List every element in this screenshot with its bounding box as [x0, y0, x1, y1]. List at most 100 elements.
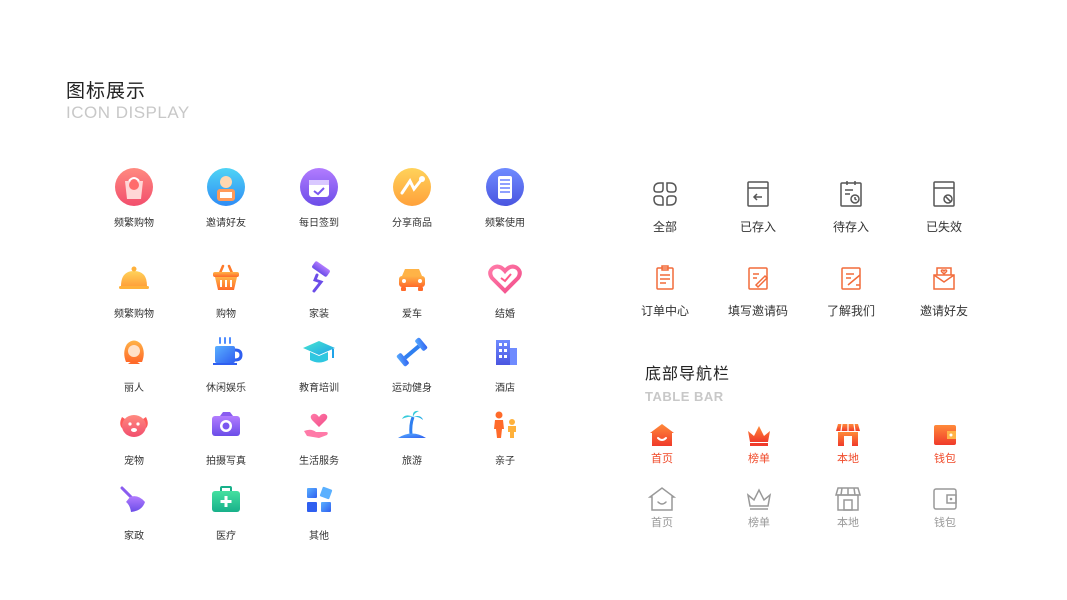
- beauty-woman-icon: [124, 340, 144, 364]
- order-item-label: 订单中心: [640, 304, 689, 318]
- store-icon: [835, 487, 861, 511]
- all-clover-icon: [653, 182, 677, 206]
- icon-item-parent-child[interactable]: 亲子: [455, 405, 555, 467]
- expired-doc-icon: [933, 181, 955, 207]
- invite-friend-avatar-icon: [207, 168, 245, 206]
- order-item-all[interactable]: 全部: [618, 179, 712, 235]
- icon-item-frequent-shopping-2[interactable]: 频繁购物: [84, 258, 184, 320]
- heart-icon: [488, 264, 522, 294]
- about-us-icon: [841, 267, 861, 290]
- order-item-order-center[interactable]: 订单中心: [618, 263, 712, 319]
- icon-item-travel[interactable]: 旅游: [362, 405, 462, 467]
- icon-item-label: 结婚: [495, 309, 515, 320]
- icon-item-share-product[interactable]: 分享商品: [362, 167, 462, 229]
- icon-item-daily-checkin[interactable]: 每日签到: [269, 167, 369, 229]
- icon-item-housekeeping[interactable]: 家政: [84, 480, 184, 542]
- icon-item-label: 酒店: [495, 383, 515, 394]
- icon-item-photography[interactable]: 拍摄写真: [176, 405, 276, 467]
- tab-label: 钱包: [934, 452, 956, 465]
- tab-wallet-active[interactable]: 钱包: [915, 422, 975, 466]
- tab-label: 榜单: [748, 452, 770, 465]
- icon-item-label: 教育培训: [299, 383, 339, 394]
- tab-label: 首页: [651, 452, 673, 465]
- tab-ranking-inactive[interactable]: 榜单: [729, 486, 789, 530]
- broom-icon: [120, 486, 145, 512]
- order-item-label: 全部: [652, 220, 677, 234]
- icon-item-life-service[interactable]: 生活服务: [269, 405, 369, 467]
- icon-item-fitness[interactable]: 运动健身: [362, 332, 462, 394]
- icon-item-wedding[interactable]: 结婚: [455, 258, 555, 320]
- icon-item-label: 亲子: [495, 456, 515, 467]
- icon-item-beauty[interactable]: 丽人: [84, 332, 184, 394]
- icon-item-label: 邀请好友: [206, 218, 246, 229]
- icon-item-label: 生活服务: [299, 456, 339, 467]
- order-item-fill-code[interactable]: 填写邀请码: [711, 263, 805, 319]
- icon-item-home-decor[interactable]: 家装: [269, 258, 369, 320]
- icon-item-label: 宠物: [124, 456, 144, 467]
- order-item-expired[interactable]: 已失效: [897, 179, 991, 235]
- tab-local-active[interactable]: 本地: [818, 422, 878, 466]
- icon-item-shopping[interactable]: 购物: [176, 258, 276, 320]
- tab-label: 首页: [651, 516, 673, 529]
- icon-item-label: 分享商品: [392, 218, 432, 229]
- coffee-cup-icon: [213, 337, 243, 365]
- icon-item-label: 频繁使用: [485, 218, 525, 229]
- icon-item-label: 旅游: [402, 456, 422, 467]
- tab-home-active[interactable]: 首页: [632, 422, 692, 466]
- hotel-building-icon: [496, 340, 517, 365]
- tab-ranking-active[interactable]: 榜单: [729, 422, 789, 466]
- wallet-icon: [934, 425, 956, 445]
- icon-item-other[interactable]: 其他: [269, 480, 369, 542]
- parent-child-icon: [494, 411, 516, 438]
- icon-item-label: 购物: [216, 309, 236, 320]
- icon-item-label: 丽人: [124, 383, 144, 394]
- icon-item-label: 拍摄写真: [206, 456, 246, 467]
- icon-item-label: 休闲娱乐: [206, 383, 246, 394]
- dumbbell-icon: [396, 337, 428, 367]
- shopping-basket-icon: [213, 264, 239, 290]
- wallet-icon: [933, 488, 957, 510]
- share-product-icon: [393, 168, 431, 206]
- icon-item-label: 每日签到: [299, 218, 339, 229]
- order-item-label: 邀请好友: [919, 304, 968, 318]
- store-icon: [836, 423, 860, 446]
- icon-item-label: 家政: [124, 531, 144, 542]
- page-title: 图标展示: [66, 80, 147, 102]
- icon-item-education[interactable]: 教育培训: [269, 332, 369, 394]
- tab-wallet-inactive[interactable]: 钱包: [915, 486, 975, 530]
- order-list-icon: [656, 265, 674, 290]
- saved-doc-icon: [747, 181, 769, 207]
- tab-label: 榜单: [748, 516, 770, 529]
- icon-item-frequent-use[interactable]: 频繁使用: [455, 167, 555, 229]
- icon-item-car[interactable]: 爱车: [362, 258, 462, 320]
- order-item-about-us[interactable]: 了解我们: [804, 263, 898, 319]
- medical-kit-icon: [212, 486, 240, 512]
- icon-item-pets[interactable]: 宠物: [84, 405, 184, 467]
- food-cloche-icon: [119, 266, 149, 289]
- icon-item-leisure[interactable]: 休闲娱乐: [176, 332, 276, 394]
- tab-home-inactive[interactable]: 首页: [632, 486, 692, 530]
- icon-item-label: 爱车: [402, 309, 422, 320]
- icon-item-invite-friend[interactable]: 邀请好友: [176, 167, 276, 229]
- tab-local-inactive[interactable]: 本地: [818, 486, 878, 530]
- icon-item-label: 频繁购物: [114, 309, 154, 320]
- order-item-pending[interactable]: 待存入: [804, 179, 898, 235]
- order-item-label: 了解我们: [826, 304, 875, 318]
- icon-item-label: 其他: [309, 531, 329, 542]
- phone-usage-icon: [486, 168, 524, 206]
- icon-item-hotel[interactable]: 酒店: [455, 332, 555, 394]
- icon-item-frequent-shopping[interactable]: 频繁购物: [84, 167, 184, 229]
- order-item-label: 填写邀请码: [727, 304, 788, 318]
- order-item-label: 已存入: [739, 220, 776, 234]
- home-icon: [648, 487, 676, 511]
- order-item-invite-friend[interactable]: 邀请好友: [897, 263, 991, 319]
- icon-item-medical[interactable]: 医疗: [176, 480, 276, 542]
- palm-beach-icon: [398, 410, 426, 438]
- graduation-cap-icon: [303, 341, 335, 363]
- order-item-saved[interactable]: 已存入: [711, 179, 805, 235]
- tabbar-title: 底部导航栏: [645, 364, 731, 383]
- hand-heart-icon: [304, 413, 328, 438]
- order-item-label: 待存入: [832, 220, 869, 234]
- apps-grid-icon: [307, 486, 333, 512]
- car-icon: [399, 269, 425, 291]
